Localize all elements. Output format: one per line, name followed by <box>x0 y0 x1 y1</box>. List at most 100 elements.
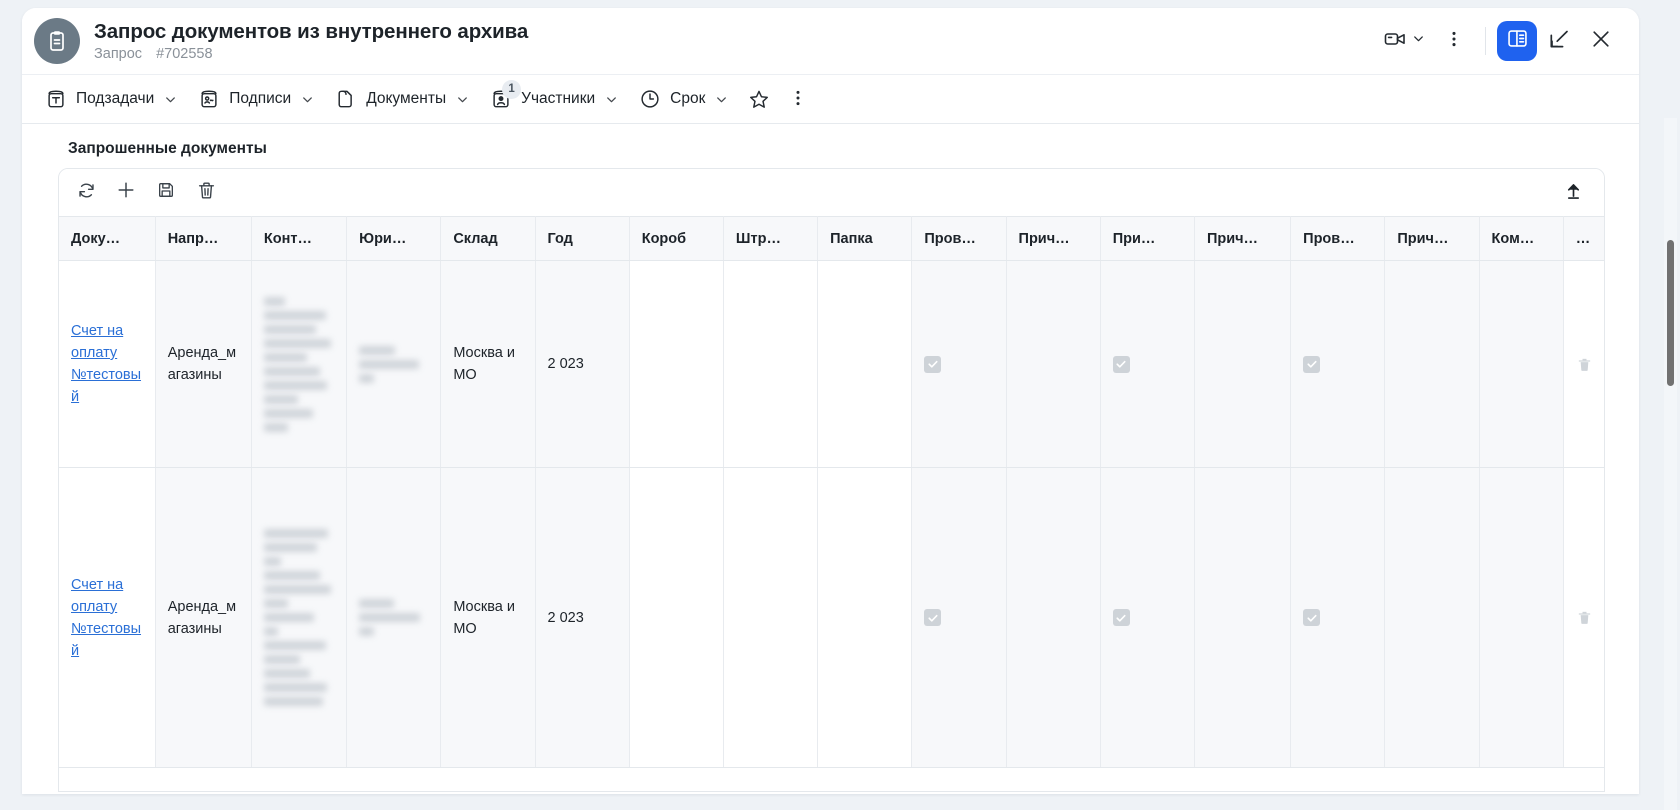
column-header-check-1[interactable]: Пров… <box>911 216 1007 261</box>
cell-legal-entity[interactable] <box>346 260 442 468</box>
plus-icon <box>115 179 137 206</box>
page-scroll-track[interactable] <box>1664 118 1677 810</box>
refresh-button[interactable] <box>69 176 103 210</box>
year-value: 2 023 <box>547 609 584 626</box>
cell-reason-1[interactable] <box>1006 260 1101 468</box>
kebab-menu-icon <box>788 88 810 110</box>
cell-row-actions[interactable] <box>1563 467 1604 768</box>
trash-icon <box>196 180 217 206</box>
column-header-barcode[interactable]: Штр… <box>723 216 819 261</box>
tab-subtasks[interactable]: Подзадачи <box>36 82 187 116</box>
close-button[interactable] <box>1581 21 1621 61</box>
cell-direction[interactable]: Аренда_магазины <box>155 467 252 768</box>
checkbox-checked[interactable] <box>1303 355 1321 373</box>
checkbox-checked[interactable] <box>924 355 942 373</box>
collapse-panel-button[interactable] <box>1539 21 1579 61</box>
column-header-reason-3[interactable]: Прич… <box>1384 216 1480 261</box>
redacted-legal-entity <box>359 599 428 636</box>
cell-year[interactable]: 2 023 <box>535 467 630 768</box>
row-delete-icon[interactable] <box>1576 356 1594 373</box>
cell-box[interactable] <box>629 467 724 768</box>
column-header-direction[interactable]: Напр… <box>155 216 252 261</box>
column-header-reason-2[interactable]: Прич… <box>1194 216 1292 261</box>
more-options-button[interactable] <box>1434 21 1474 61</box>
tab-documents[interactable]: Документы <box>326 82 479 116</box>
tab-participants[interactable]: 1 Участники <box>481 80 628 116</box>
section-title: Запрошенные документы <box>68 140 267 157</box>
cell-barcode[interactable] <box>723 260 819 468</box>
toolbar-more-button[interactable] <box>780 81 818 117</box>
cell-contract[interactable] <box>251 467 348 768</box>
cell-reason-3[interactable] <box>1384 260 1480 468</box>
signature-icon <box>198 88 220 110</box>
favorite-button[interactable] <box>740 81 778 117</box>
column-header-check-2[interactable]: При… <box>1100 216 1195 261</box>
cell-reason-2[interactable] <box>1194 260 1292 468</box>
subtasks-icon <box>45 88 67 110</box>
cell-row-actions[interactable] <box>1563 260 1604 468</box>
checkbox-checked[interactable] <box>1112 609 1130 626</box>
checkbox-checked[interactable] <box>1112 355 1130 373</box>
table-scroll-area[interactable]: Доку… Напр… Конт… Юри… Склад Год Короб Ш… <box>59 216 1604 791</box>
cell-folder[interactable] <box>817 467 913 768</box>
chevron-down-icon <box>300 92 315 107</box>
column-header-comment[interactable]: Ком… <box>1479 216 1564 261</box>
add-row-button[interactable] <box>109 176 143 210</box>
cell-warehouse[interactable]: Москва и МО <box>440 467 536 768</box>
column-header-actions[interactable]: … <box>1563 216 1604 261</box>
cell-barcode[interactable] <box>723 467 819 768</box>
documents-icon <box>335 88 357 110</box>
cell-box[interactable] <box>629 260 724 468</box>
page-scrollbar-thumb[interactable] <box>1667 240 1674 386</box>
table-row[interactable]: Счет на оплату №тестовый Аренда_магазины <box>59 467 1604 768</box>
cell-check-2[interactable] <box>1100 467 1195 768</box>
cell-check-1[interactable] <box>911 260 1007 468</box>
toggle-side-panel-button[interactable] <box>1497 21 1537 61</box>
close-icon <box>1589 27 1613 56</box>
redacted-contract <box>263 529 334 706</box>
cell-year[interactable]: 2 023 <box>535 260 630 468</box>
save-button[interactable] <box>149 176 183 210</box>
task-window: Запрос документов из внутреннего архива … <box>22 8 1639 794</box>
column-header-contract[interactable]: Конт… <box>251 216 348 261</box>
table-row[interactable]: Счет на оплату №тестовый Аренда_магазины <box>59 260 1604 468</box>
kebab-menu-icon <box>1444 29 1464 54</box>
cell-check-3[interactable] <box>1290 260 1386 468</box>
tab-deadline[interactable]: Срок <box>630 82 738 116</box>
video-call-button[interactable] <box>1375 21 1432 61</box>
document-link[interactable]: Счет на оплату №тестовый <box>71 577 141 659</box>
checkbox-checked[interactable] <box>924 609 942 626</box>
column-header-folder[interactable]: Папка <box>817 216 913 261</box>
cell-comment[interactable] <box>1479 467 1564 768</box>
column-header-reason-1[interactable]: Прич… <box>1006 216 1101 261</box>
column-header-check-3[interactable]: Пров… <box>1290 216 1386 261</box>
row-delete-icon[interactable] <box>1576 609 1594 626</box>
cell-reason-2[interactable] <box>1194 467 1292 768</box>
cell-check-1[interactable] <box>911 467 1007 768</box>
column-header-year[interactable]: Год <box>535 216 630 261</box>
cell-check-3[interactable] <box>1290 467 1386 768</box>
task-toolbar: Подзадачи Подписи Документы 1 Участники … <box>22 74 1639 124</box>
upload-button[interactable] <box>1556 176 1590 210</box>
cell-document[interactable]: Счет на оплату №тестовый <box>59 260 156 468</box>
cell-reason-1[interactable] <box>1006 467 1101 768</box>
column-header-document[interactable]: Доку… <box>59 216 156 261</box>
cell-warehouse[interactable]: Москва и МО <box>440 260 536 468</box>
delete-button[interactable] <box>189 176 223 210</box>
upload-icon <box>1563 180 1584 206</box>
column-header-legal-entity[interactable]: Юри… <box>346 216 442 261</box>
cell-direction[interactable]: Аренда_магазины <box>155 260 252 468</box>
document-link[interactable]: Счет на оплату №тестовый <box>71 323 141 405</box>
cell-check-2[interactable] <box>1100 260 1195 468</box>
checkbox-checked[interactable] <box>1303 609 1321 626</box>
cell-document[interactable]: Счет на оплату №тестовый <box>59 467 156 768</box>
cell-legal-entity[interactable] <box>346 467 442 768</box>
cell-reason-3[interactable] <box>1384 467 1480 768</box>
collapse-arrow-icon <box>1547 27 1571 56</box>
cell-comment[interactable] <box>1479 260 1564 468</box>
cell-contract[interactable] <box>251 260 348 468</box>
cell-folder[interactable] <box>817 260 913 468</box>
column-header-box[interactable]: Короб <box>629 216 724 261</box>
tab-signatures[interactable]: Подписи <box>189 82 324 116</box>
column-header-warehouse[interactable]: Склад <box>440 216 536 261</box>
